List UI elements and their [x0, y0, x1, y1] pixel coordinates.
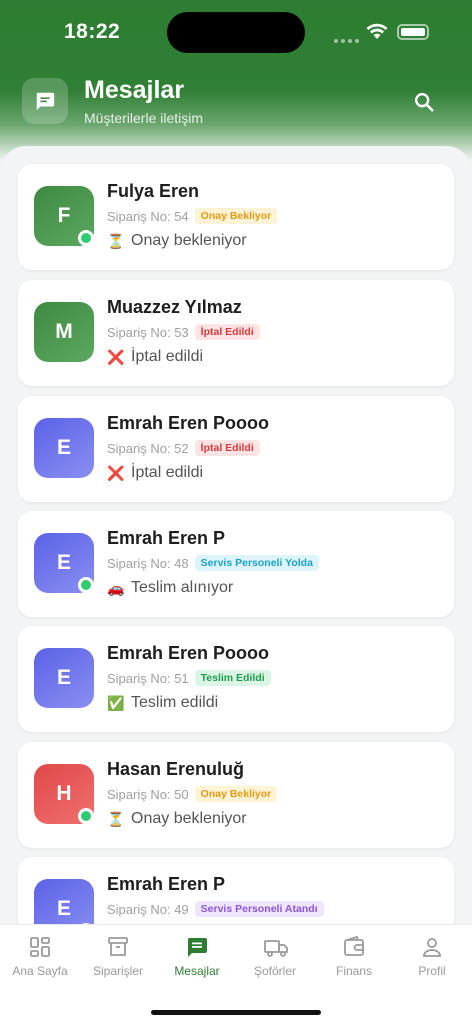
customer-name: Emrah Eren P	[107, 874, 226, 894]
page-title: Mesajlar	[84, 76, 185, 104]
customer-name: Fulya Eren	[107, 181, 200, 201]
status-time: 18:22	[64, 20, 121, 43]
order-number: Sipariş No: 49	[107, 901, 189, 917]
wallet-icon	[342, 935, 366, 959]
bottom-tab-bar: Ana Sayfa Siparişler Mesajlar Şoförler Finan…	[0, 924, 472, 1024]
conversation-card[interactable]: F Fulya Eren Sipariş No: 54 Onay Bekliyor ⏳ O…	[18, 164, 454, 270]
last-message: ⏳ Onay bekleniyor	[107, 810, 247, 828]
avatar: E	[34, 648, 94, 708]
order-line: Sipariş No: 49 Servis Personeli Atandı	[107, 901, 324, 917]
order-number: Sipariş No: 53	[107, 324, 189, 340]
last-message: ✅ Teslim edildi	[107, 694, 218, 712]
status-emoji-icon: ✅	[107, 694, 125, 711]
order-line: Sipariş No: 53 İptal Edildi	[107, 324, 260, 340]
last-message: 🚗 Teslim alınıyor	[107, 579, 233, 597]
order-line: Sipariş No: 51 Teslim Edildi	[107, 670, 271, 686]
order-line: Sipariş No: 48 Servis Personeli Yolda	[107, 555, 319, 571]
tab-label: Ana Sayfa	[12, 964, 68, 978]
last-message: ❌ İptal edildi	[107, 464, 203, 482]
dynamic-island	[167, 12, 305, 53]
search-button[interactable]	[410, 88, 438, 116]
status-emoji-icon: ⏳	[107, 810, 125, 827]
conversation-card[interactable]: E Emrah Eren Poooo Sipariş No: 51 Teslim Ed…	[18, 626, 454, 732]
status-badge: Onay Bekliyor	[194, 208, 278, 224]
status-emoji-icon: ⏳	[107, 232, 125, 249]
order-number: Sipariş No: 50	[107, 786, 189, 802]
home-indicator	[151, 1010, 321, 1015]
customer-name: Muazzez Yılmaz	[107, 297, 242, 317]
last-message-text: Onay bekleniyor	[131, 232, 247, 249]
online-indicator	[78, 230, 94, 246]
last-message: ⏳ Onay bekleniyor	[107, 232, 247, 250]
last-message-text: Onay bekleniyor	[131, 810, 247, 827]
conversation-list[interactable]: F Fulya Eren Sipariş No: 54 Onay Bekliyor ⏳ O…	[0, 146, 472, 924]
tab-profil[interactable]: Profil	[392, 935, 472, 985]
tab-finans[interactable]: Finans	[314, 935, 394, 985]
status-badge: Teslim Edildi	[194, 670, 271, 686]
tab-label: Profil	[418, 964, 446, 978]
status-badge: Servis Personeli Atandı	[194, 901, 324, 917]
status-badge: Servis Personeli Yolda	[194, 555, 319, 571]
avatar: E	[34, 879, 94, 924]
tab-label: Siparişler	[92, 964, 143, 978]
tab-ana-sayfa[interactable]: Ana Sayfa	[0, 935, 80, 985]
wifi-icon	[366, 22, 388, 40]
customer-name: Emrah Eren P	[107, 528, 226, 548]
conversation-card[interactable]: M Muazzez Yılmaz Sipariş No: 53 İptal Edild…	[18, 280, 454, 386]
search-icon	[415, 93, 434, 112]
order-number: Sipariş No: 54	[107, 208, 189, 224]
order-line: Sipariş No: 50 Onay Bekliyor	[107, 786, 278, 802]
tab-siparişler[interactable]: Siparişler	[78, 935, 158, 985]
signal-icon	[334, 30, 362, 43]
conversation-card[interactable]: H Hasan Erenuluğ Sipariş No: 50 Onay Bekliy…	[18, 742, 454, 848]
conversation-card[interactable]: E Emrah Eren Poooo Sipariş No: 52 İptal Edi…	[18, 396, 454, 502]
status-bar: 18:22	[0, 0, 472, 60]
last-message-text: Teslim alınıyor	[131, 579, 234, 596]
status-emoji-icon: ❌	[107, 348, 125, 365]
tab-label: Şoförler	[253, 964, 297, 978]
dashboard-icon	[28, 935, 52, 959]
last-message-text: İptal edildi	[131, 348, 204, 365]
tab-label: Mesajlar	[174, 964, 220, 978]
status-badge: Onay Bekliyor	[194, 786, 278, 802]
conversation-card[interactable]: E Emrah Eren P Sipariş No: 49 Servis Person…	[18, 857, 454, 924]
person-icon	[420, 935, 444, 959]
online-indicator	[78, 577, 94, 593]
customer-name: Emrah Eren Poooo	[107, 413, 270, 433]
order-line: Sipariş No: 54 Onay Bekliyor	[107, 208, 278, 224]
avatar: E	[34, 418, 94, 478]
archive-box-icon	[106, 935, 130, 959]
battery-icon	[397, 24, 429, 40]
last-message: ❌ İptal edildi	[107, 348, 203, 366]
status-badge: İptal Edildi	[194, 324, 260, 340]
conversation-card[interactable]: E Emrah Eren P Sipariş No: 48 Servis Person…	[18, 511, 454, 617]
order-number: Sipariş No: 48	[107, 555, 189, 571]
status-emoji-icon: 🚗	[107, 579, 125, 596]
customer-name: Hasan Erenuluğ	[107, 759, 245, 779]
status-emoji-icon: ❌	[107, 464, 125, 481]
customer-name: Emrah Eren Poooo	[107, 643, 270, 663]
tab-mesajlar[interactable]: Mesajlar	[157, 935, 237, 985]
chat-bubble-icon	[22, 78, 68, 124]
tab-label: Finans	[335, 964, 373, 978]
truck-icon	[263, 935, 288, 959]
page-subtitle: Müşterilerle iletişim	[84, 110, 204, 126]
last-message-text: Teslim edildi	[131, 694, 219, 711]
order-number: Sipariş No: 52	[107, 440, 189, 456]
order-line: Sipariş No: 52 İptal Edildi	[107, 440, 260, 456]
online-indicator	[78, 808, 94, 824]
chat-bubble-icon	[185, 935, 209, 959]
last-message-text: İptal edildi	[131, 464, 204, 481]
tab-şoförler[interactable]: Şoförler	[235, 935, 315, 985]
order-number: Sipariş No: 51	[107, 670, 189, 686]
avatar: M	[34, 302, 94, 362]
status-badge: İptal Edildi	[194, 440, 260, 456]
